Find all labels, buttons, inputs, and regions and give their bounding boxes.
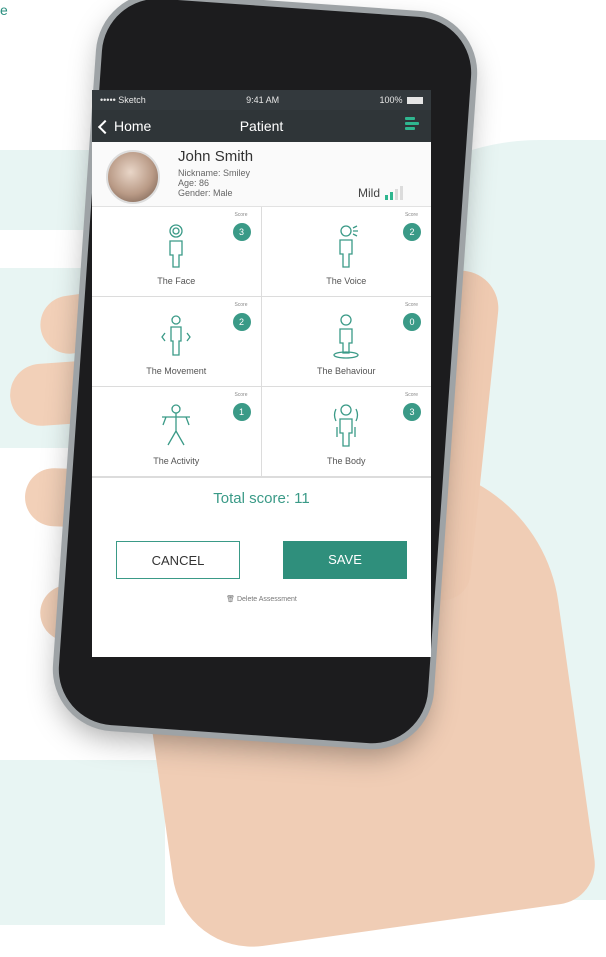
delete-assessment-link[interactable]: 🗑 Delete Assessment xyxy=(92,595,431,603)
category-label: The Voice xyxy=(326,276,367,286)
patient-nickname: Nickname: Smiley xyxy=(178,168,251,178)
carrier-label: ••••• Sketch xyxy=(100,95,146,105)
score-label: Score xyxy=(234,302,248,308)
signal-bar xyxy=(395,189,398,200)
score-label: Score xyxy=(234,392,248,398)
delete-label: Delete Assessment xyxy=(236,596,297,603)
voice-figure-icon xyxy=(339,225,359,268)
category-cell[interactable]: Score 1 The Activity xyxy=(92,387,262,477)
corner-text: e xyxy=(0,2,8,18)
severity-label: Mild xyxy=(357,186,380,200)
score-label: Score xyxy=(234,212,248,218)
score-badge: 3 xyxy=(403,403,421,421)
signal-bar xyxy=(400,186,403,200)
category-cell[interactable]: Score 3 The Face xyxy=(92,207,262,297)
score-label: Score xyxy=(404,302,418,308)
category-label: The Behaviour xyxy=(316,366,376,376)
back-label: Home xyxy=(114,118,152,134)
total-score: Total score: 11 xyxy=(213,490,310,507)
score-badge: 3 xyxy=(232,223,251,241)
status-bar: ••••• Sketch 9:41 AM 100% xyxy=(92,90,431,110)
patient-name: John Smith xyxy=(178,148,254,165)
patient-gender: Gender: Male xyxy=(178,188,233,198)
score-badge: 2 xyxy=(232,313,251,331)
list-icon[interactable] xyxy=(405,117,421,135)
back-button[interactable]: Home xyxy=(92,118,151,134)
nav-bar: Home Patient xyxy=(92,110,431,142)
category-cell[interactable]: Score 3 The Body xyxy=(261,387,431,477)
activity-figure-icon xyxy=(162,404,191,446)
score-badge: 1 xyxy=(232,403,251,421)
signal-bar xyxy=(390,192,393,200)
save-button[interactable]: SAVE xyxy=(283,541,407,579)
category-cell[interactable]: Score 2 The Movement xyxy=(92,297,262,387)
patient-age: Age: 86 xyxy=(178,178,210,188)
category-cell[interactable]: Score 2 The Voice xyxy=(261,207,431,297)
category-label: The Movement xyxy=(146,366,207,376)
battery-icon xyxy=(406,97,423,105)
behaviour-figure-icon xyxy=(333,314,359,359)
category-label: The Face xyxy=(157,276,196,286)
category-grid: Score 3 The Face Score 2 The Voice Score 2 The M… xyxy=(92,207,431,478)
cancel-button[interactable]: CANCEL xyxy=(116,541,240,579)
chevron-left-icon xyxy=(97,119,113,134)
score-badge: 2 xyxy=(403,223,421,241)
trash-icon: 🗑 xyxy=(226,596,235,603)
severity-indicator: Mild xyxy=(358,186,405,200)
category-label: The Activity xyxy=(153,456,200,466)
movement-figure-icon xyxy=(161,315,192,356)
action-buttons: CANCEL SAVE xyxy=(92,541,431,579)
app-screen: ••••• Sketch 9:41 AM 100% Home Patient J… xyxy=(92,90,431,657)
patient-header: John Smith Nickname: Smiley Age: 86 Gend… xyxy=(92,142,431,207)
category-label: The Body xyxy=(326,456,366,466)
signal-bar xyxy=(385,195,388,200)
score-label: Score xyxy=(404,392,418,398)
body-figure-icon xyxy=(334,404,359,447)
signal-bars-icon xyxy=(385,186,405,200)
avatar xyxy=(106,150,160,204)
category-cell[interactable]: Score 0 The Behaviour xyxy=(261,297,431,387)
score-label: Score xyxy=(404,212,418,218)
battery-label: 100% xyxy=(379,95,423,105)
face-figure-icon xyxy=(169,224,183,268)
background-shape-bottom xyxy=(0,760,165,925)
score-badge: 0 xyxy=(403,313,421,331)
status-time: 9:41 AM xyxy=(246,95,280,105)
